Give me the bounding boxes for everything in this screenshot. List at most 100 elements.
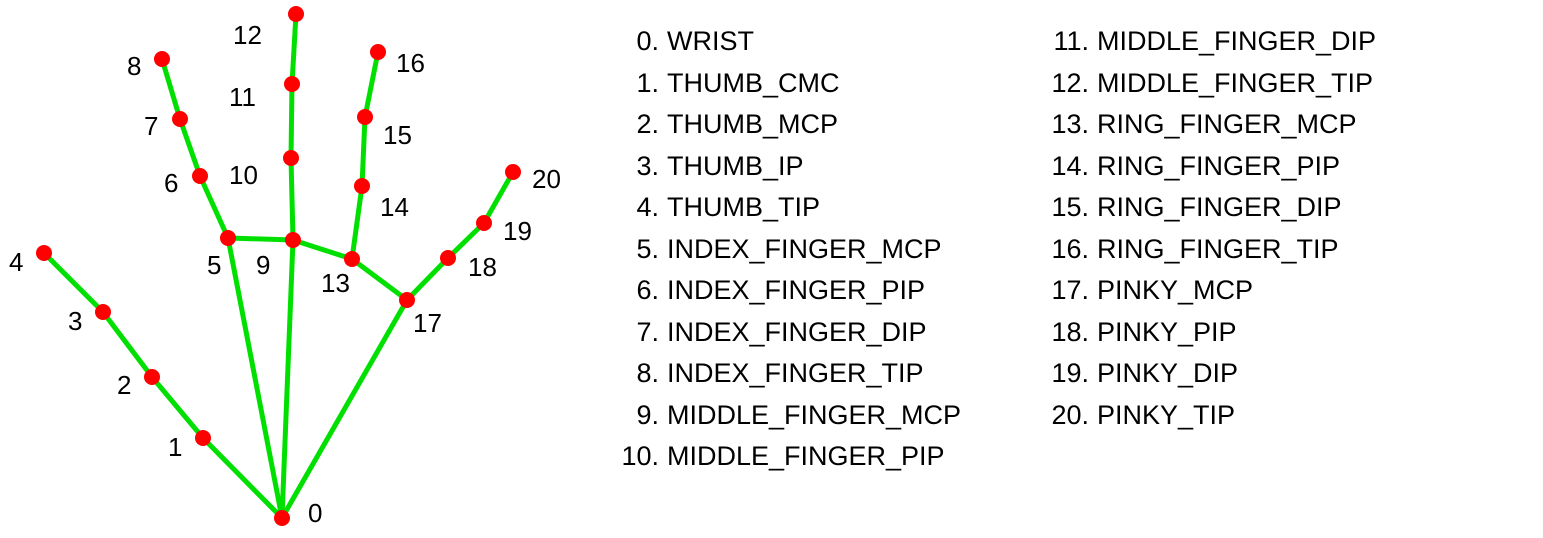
landmark-dot-0 xyxy=(274,510,290,526)
landmark-label-16: 16 xyxy=(396,48,425,79)
legend-row: 6. INDEX_FINGER_PIP xyxy=(615,277,1020,304)
landmark-dot-9 xyxy=(285,232,301,248)
landmark-dot-14 xyxy=(354,178,370,194)
landmark-dot-5 xyxy=(220,230,236,246)
landmark-dot-6 xyxy=(192,168,208,184)
legend-name: THUMB_CMC xyxy=(667,70,840,97)
legend-number: 3. xyxy=(615,153,659,180)
landmark-dot-15 xyxy=(357,109,373,125)
legend-row: 15. RING_FINGER_DIP xyxy=(1045,194,1376,221)
landmark-dot-8 xyxy=(154,51,170,67)
landmark-label-4: 4 xyxy=(9,247,23,278)
legend-name: MIDDLE_FINGER_PIP xyxy=(667,443,945,470)
landmark-label-9: 9 xyxy=(256,250,270,281)
landmark-label-7: 7 xyxy=(144,111,158,142)
hand-diagram: 01234567891011121314151617181920 xyxy=(0,0,580,538)
legend-row: 9. MIDDLE_FINGER_MCP xyxy=(615,402,1020,429)
legend-number: 4. xyxy=(615,194,659,221)
legend-row: 20. PINKY_TIP xyxy=(1045,402,1376,429)
landmark-label-12: 12 xyxy=(233,20,262,51)
landmark-dot-18 xyxy=(440,250,456,266)
legend-name: RING_FINGER_PIP xyxy=(1097,153,1340,180)
legend-col-right: 11. MIDDLE_FINGER_DIP 12. MIDDLE_FINGER_TIP… xyxy=(1045,28,1376,538)
landmark-dot-11 xyxy=(284,76,300,92)
legend-number: 18. xyxy=(1045,319,1089,346)
landmark-label-19: 19 xyxy=(503,216,532,247)
landmark-label-1: 1 xyxy=(168,432,182,463)
legend-name: THUMB_TIP xyxy=(667,194,820,221)
legend-row: 11. MIDDLE_FINGER_DIP xyxy=(1045,28,1376,55)
landmark-dot-17 xyxy=(399,292,415,308)
legend-name: MIDDLE_FINGER_MCP xyxy=(667,402,961,429)
legend-number: 6. xyxy=(615,277,659,304)
legend-row: 0.WRIST xyxy=(615,28,1020,55)
landmark-dot-10 xyxy=(283,150,299,166)
legend: 0.WRIST 1. THUMB_CMC 2.THUMB_MCP 3. THUMB_IP 4… xyxy=(580,0,1543,538)
legend-name: PINKY_MCP xyxy=(1097,277,1253,304)
figure: 01234567891011121314151617181920 0.WRIST… xyxy=(0,0,1543,538)
legend-number: 5. xyxy=(615,236,659,263)
legend-col-left: 0.WRIST 1. THUMB_CMC 2.THUMB_MCP 3. THUMB_IP 4… xyxy=(615,28,1020,538)
legend-name: INDEX_FINGER_PIP xyxy=(667,277,925,304)
landmark-dot-4 xyxy=(36,245,52,261)
landmark-label-3: 3 xyxy=(68,306,82,337)
landmark-dot-16 xyxy=(370,44,386,60)
legend-name: THUMB_IP xyxy=(667,153,804,180)
legend-name: THUMB_MCP xyxy=(667,111,838,138)
legend-number: 17. xyxy=(1045,277,1089,304)
legend-row: 16. RING_FINGER_TIP xyxy=(1045,236,1376,263)
legend-name: MIDDLE_FINGER_DIP xyxy=(1097,28,1376,55)
landmark-dot-13 xyxy=(344,251,360,267)
landmark-dot-7 xyxy=(172,111,188,127)
legend-number: 11. xyxy=(1045,28,1089,55)
landmark-label-5: 5 xyxy=(207,250,221,281)
legend-name: RING_FINGER_MCP xyxy=(1097,111,1357,138)
legend-name: INDEX_FINGER_MCP xyxy=(667,236,942,263)
legend-row: 10. MIDDLE_FINGER_PIP xyxy=(615,443,1020,470)
legend-name: RING_FINGER_DIP xyxy=(1097,194,1342,221)
landmark-label-20: 20 xyxy=(532,164,561,195)
legend-number: 16. xyxy=(1045,236,1089,263)
legend-name: MIDDLE_FINGER_TIP xyxy=(1097,70,1373,97)
landmark-label-6: 6 xyxy=(164,168,178,199)
legend-row: 3. THUMB_IP xyxy=(615,153,1020,180)
legend-row: 14. RING_FINGER_PIP xyxy=(1045,153,1376,180)
legend-name: PINKY_DIP xyxy=(1097,360,1238,387)
legend-row: 17. PINKY_MCP xyxy=(1045,277,1376,304)
landmark-label-0: 0 xyxy=(308,498,322,529)
landmark-dot-1 xyxy=(195,430,211,446)
legend-number: 8. xyxy=(615,360,659,387)
landmark-label-2: 2 xyxy=(117,370,131,401)
legend-row: 4. THUMB_TIP xyxy=(615,194,1020,221)
legend-number: 1. xyxy=(615,70,659,97)
legend-number: 20. xyxy=(1045,402,1089,429)
legend-number: 9. xyxy=(615,402,659,429)
legend-number: 0. xyxy=(615,28,659,55)
landmark-label-14: 14 xyxy=(380,192,409,223)
legend-number: 15. xyxy=(1045,194,1089,221)
legend-number: 10. xyxy=(615,443,659,470)
legend-row: 1. THUMB_CMC xyxy=(615,70,1020,97)
landmark-label-17: 17 xyxy=(413,308,442,339)
landmark-dot-3 xyxy=(95,304,111,320)
landmark-dot-2 xyxy=(144,369,160,385)
landmark-label-11: 11 xyxy=(229,82,256,113)
legend-row: 18. PINKY_PIP xyxy=(1045,319,1376,346)
landmark-label-13: 13 xyxy=(321,268,350,299)
landmark-label-15: 15 xyxy=(383,120,412,151)
landmark-label-8: 8 xyxy=(127,51,141,82)
legend-number: 13. xyxy=(1045,111,1089,138)
legend-name: PINKY_TIP xyxy=(1097,402,1235,429)
legend-name: PINKY_PIP xyxy=(1097,319,1237,346)
legend-row: 12. MIDDLE_FINGER_TIP xyxy=(1045,70,1376,97)
legend-row: 7.INDEX_FINGER_DIP xyxy=(615,319,1020,346)
legend-name: RING_FINGER_TIP xyxy=(1097,236,1339,263)
legend-number: 14. xyxy=(1045,153,1089,180)
legend-name: INDEX_FINGER_DIP xyxy=(667,319,927,346)
legend-row: 13. RING_FINGER_MCP xyxy=(1045,111,1376,138)
legend-number: 12. xyxy=(1045,70,1089,97)
legend-row: 2.THUMB_MCP xyxy=(615,111,1020,138)
legend-row: 8.INDEX_FINGER_TIP xyxy=(615,360,1020,387)
legend-row: 5. INDEX_FINGER_MCP xyxy=(615,236,1020,263)
legend-row: 19.PINKY_DIP xyxy=(1045,360,1376,387)
